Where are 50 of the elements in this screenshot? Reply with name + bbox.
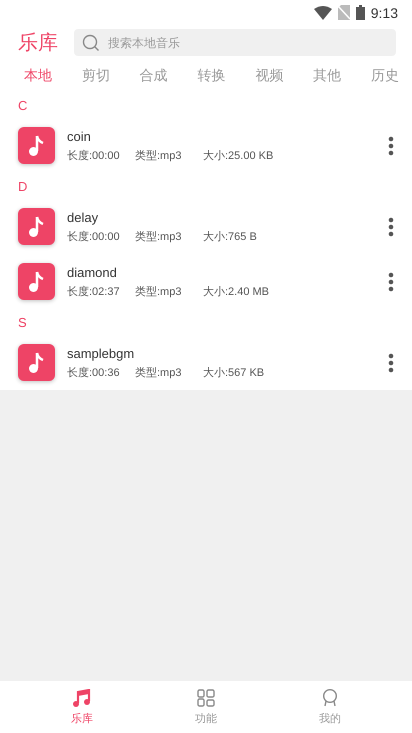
category-tab[interactable]: 本地 bbox=[24, 67, 52, 85]
song-item[interactable]: diamond 长度:02:37 类型:mp3 大小:2.40 MB bbox=[0, 254, 412, 309]
more-icon bbox=[388, 352, 394, 372]
song-duration: 长度:00:36 bbox=[67, 366, 121, 380]
music-note-icon bbox=[18, 208, 55, 245]
battery-icon bbox=[356, 5, 365, 20]
section-letter: S bbox=[18, 314, 27, 330]
song-size: 大小:567 KB bbox=[203, 366, 264, 380]
nav-tab[interactable]: 我的 bbox=[288, 681, 372, 733]
song-format: 类型:mp3 bbox=[135, 230, 182, 244]
more-icon bbox=[388, 272, 394, 292]
more-icon bbox=[388, 216, 394, 236]
song-title: diamond bbox=[67, 264, 118, 280]
category-tab[interactable]: 合成 bbox=[140, 67, 168, 85]
song-title: samplebgm bbox=[67, 346, 136, 360]
song-format: 类型:mp3 bbox=[135, 284, 182, 298]
nav-tab[interactable]: 乐库 bbox=[40, 681, 124, 733]
song-item[interactable]: samplebgm 长度:00:36 类型:mp3 大小:567 KB bbox=[0, 335, 412, 390]
music-notes-icon bbox=[73, 688, 91, 706]
song-format: 类型:mp3 bbox=[135, 148, 182, 162]
no-sim-icon bbox=[338, 5, 350, 20]
category-tab[interactable]: 其他 bbox=[313, 67, 342, 85]
song-item[interactable]: delay 长度:00:00 类型:mp3 大小:765 B bbox=[0, 199, 412, 254]
song-item[interactable]: coin 长度:00:00 类型:mp3 大小:25.00 KB bbox=[0, 118, 412, 173]
section-letter: D bbox=[18, 178, 28, 194]
wifi-icon bbox=[314, 6, 332, 20]
music-note-icon bbox=[18, 344, 55, 381]
nav-tab[interactable]: 功能 bbox=[164, 681, 248, 733]
person-icon bbox=[321, 688, 339, 706]
category-tab[interactable]: 视频 bbox=[255, 67, 284, 85]
music-note-icon bbox=[18, 263, 55, 300]
song-title: delay bbox=[67, 210, 100, 224]
status-time: 9:13 bbox=[370, 4, 398, 20]
song-duration: 长度:02:37 bbox=[67, 284, 121, 298]
music-note-icon bbox=[18, 127, 55, 164]
page-title: 乐库 bbox=[18, 31, 58, 56]
song-size: 大小:25.00 KB bbox=[203, 148, 274, 162]
song-size: 大小:765 B bbox=[203, 230, 257, 244]
song-format: 类型:mp3 bbox=[135, 366, 182, 380]
song-title: coin bbox=[67, 128, 92, 144]
search-field[interactable]: 搜索本地音乐 bbox=[74, 29, 396, 56]
category-tab[interactable]: 转换 bbox=[197, 67, 226, 85]
category-tab[interactable]: 剪切 bbox=[82, 67, 110, 85]
more-icon bbox=[388, 136, 394, 156]
song-duration: 长度:00:00 bbox=[67, 230, 121, 244]
song-size: 大小:2.40 MB bbox=[203, 284, 270, 298]
category-tab[interactable]: 历史 bbox=[370, 67, 399, 85]
grid-icon bbox=[197, 688, 215, 706]
song-duration: 长度:00:00 bbox=[67, 148, 121, 162]
section-letter: C bbox=[18, 98, 28, 112]
